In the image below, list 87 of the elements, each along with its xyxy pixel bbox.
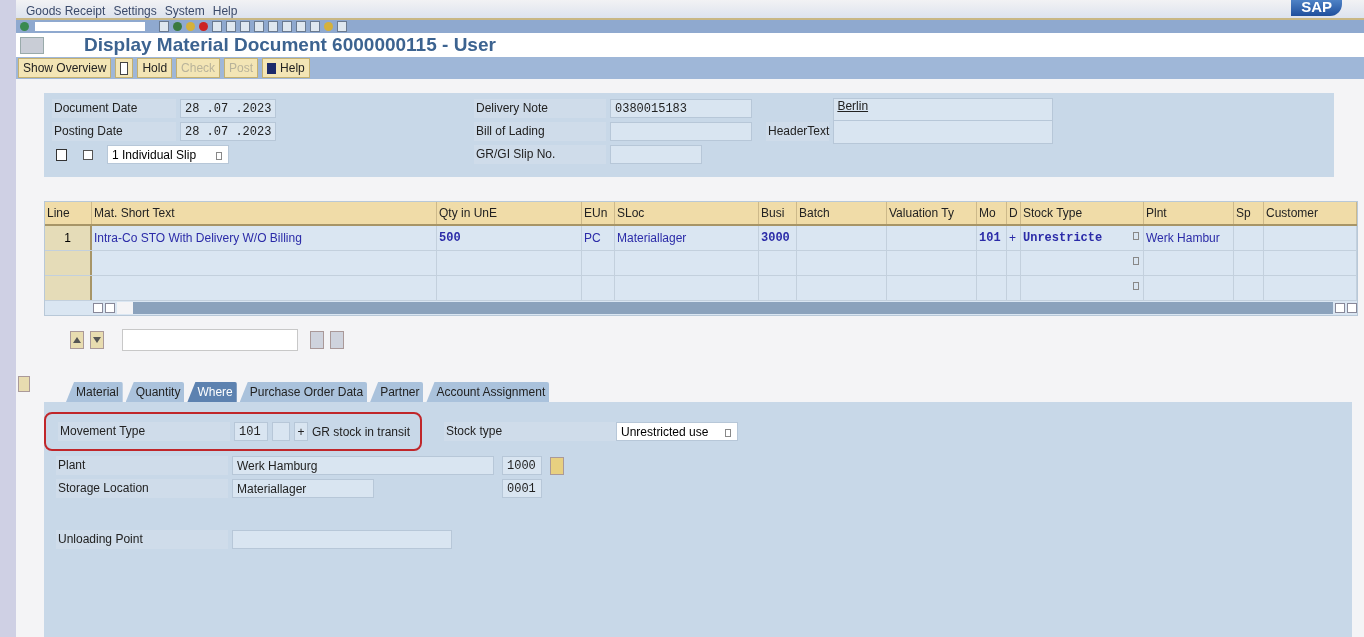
dropdown-icon[interactable]: [1133, 257, 1139, 265]
dropdown-icon[interactable]: [1133, 282, 1139, 290]
column-header[interactable]: Busi: [759, 202, 797, 224]
command-field[interactable]: [35, 22, 145, 31]
column-header[interactable]: EUn: [582, 202, 615, 224]
back-icon[interactable]: [173, 22, 182, 31]
header-text-line: Berlin: [837, 99, 869, 113]
text-field[interactable]: 1000: [502, 456, 542, 475]
field-label: Delivery Note: [474, 99, 606, 118]
up-icon[interactable]: [70, 331, 84, 349]
column-header[interactable]: D: [1007, 202, 1021, 224]
menu-item[interactable]: System: [164, 4, 205, 18]
table-cell: Intra-Co STO With Delivery W/O Billing: [94, 231, 302, 245]
header-text-field[interactable]: Berlin: [833, 98, 1054, 144]
field-label: Document Date: [52, 99, 176, 118]
text-field[interactable]: [610, 122, 752, 141]
scroll-left-icon[interactable]: [93, 303, 103, 313]
enter-icon[interactable]: [20, 22, 29, 31]
field-label: Plant: [56, 456, 228, 475]
movement-text: GR stock in transit: [312, 424, 411, 439]
table-cell: 101: [979, 231, 1001, 245]
special-stock-field[interactable]: [272, 422, 290, 441]
menu-item[interactable]: Settings: [113, 4, 157, 18]
column-header[interactable]: SLoc: [615, 202, 759, 224]
tab[interactable]: Account Assignment: [426, 382, 550, 402]
movement-type-field[interactable]: 101: [234, 422, 268, 441]
slip-dropdown[interactable]: 1 Individual Slip: [107, 145, 229, 164]
text-field[interactable]: 0380015183: [610, 99, 752, 118]
row-selector[interactable]: 1: [45, 226, 92, 250]
text-field[interactable]: [232, 530, 452, 549]
tab[interactable]: Material: [66, 382, 123, 402]
table-cell: Unrestricte: [1023, 231, 1103, 245]
date-field[interactable]: 28 .07 .2023: [180, 99, 276, 118]
tab[interactable]: Quantity: [125, 382, 185, 402]
toolbar-button[interactable]: Show Overview: [18, 58, 112, 78]
table-cell: +: [1009, 231, 1016, 245]
scrollbar[interactable]: [117, 302, 1333, 314]
down-icon[interactable]: [90, 331, 104, 349]
field-label: HeaderText: [766, 122, 830, 141]
field-label: Stock type: [444, 422, 617, 441]
table-cell: 3000: [761, 231, 790, 245]
text-field[interactable]: [610, 145, 702, 164]
field-label: Unloading Point: [56, 530, 228, 549]
cancel-icon[interactable]: [199, 22, 208, 31]
tab[interactable]: Purchase Order Data: [239, 382, 368, 402]
column-header[interactable]: Batch: [797, 202, 887, 224]
table-cell: 500: [439, 231, 461, 245]
table-cell: Werk Hambur: [1146, 231, 1220, 245]
column-header[interactable]: Qty in UnE: [437, 202, 582, 224]
text-field[interactable]: Werk Hamburg: [232, 456, 494, 475]
scroll-right-icon[interactable]: [1347, 303, 1357, 313]
table-cell: Materiallager: [617, 231, 687, 245]
item-field[interactable]: [122, 329, 298, 351]
window-title: Display Material Document 6000000115 - User: [84, 34, 496, 56]
dropdown-icon[interactable]: [1133, 232, 1139, 240]
checkbox[interactable]: [83, 149, 93, 160]
column-header[interactable]: Sp: [1234, 202, 1264, 224]
toolbar-button[interactable]: Hold: [137, 58, 173, 78]
help-button[interactable]: Help: [262, 58, 310, 78]
text-field[interactable]: 0001: [502, 479, 542, 498]
column-header[interactable]: Line: [45, 202, 92, 224]
column-header[interactable]: Valuation Ty: [887, 202, 977, 224]
field-label: GR/GI Slip No.: [474, 145, 606, 164]
document-button[interactable]: [115, 58, 134, 78]
column-header[interactable]: Customer: [1264, 202, 1357, 224]
column-header[interactable]: Plnt: [1144, 202, 1234, 224]
tab[interactable]: Partner: [370, 382, 424, 402]
logo: SAP: [1291, 0, 1342, 16]
field-label: Posting Date: [52, 122, 176, 141]
column-header[interactable]: Mat. Short Text: [92, 202, 437, 224]
sign-field[interactable]: +: [294, 422, 308, 441]
text-field[interactable]: Materiallager: [232, 479, 374, 498]
tab[interactable]: Where: [187, 382, 237, 402]
row-selector[interactable]: [45, 276, 92, 300]
field-label: Storage Location: [56, 479, 228, 498]
row-selector[interactable]: [45, 251, 92, 275]
scroll-left-icon[interactable]: [1335, 303, 1345, 313]
field-label: Bill of Lading: [474, 122, 606, 141]
date-field[interactable]: 28 .07 .2023: [180, 122, 276, 141]
field-label: Movement Type: [58, 422, 230, 441]
scroll-right-icon[interactable]: [105, 303, 115, 313]
stock-type-dropdown[interactable]: Unrestricted use: [616, 422, 739, 441]
column-header[interactable]: Stock Type: [1021, 202, 1144, 224]
menu-item[interactable]: Goods Receipt: [26, 4, 106, 18]
menu-item[interactable]: Help: [212, 4, 238, 18]
table-cell: PC: [584, 231, 601, 245]
column-header[interactable]: Mo: [977, 202, 1007, 224]
